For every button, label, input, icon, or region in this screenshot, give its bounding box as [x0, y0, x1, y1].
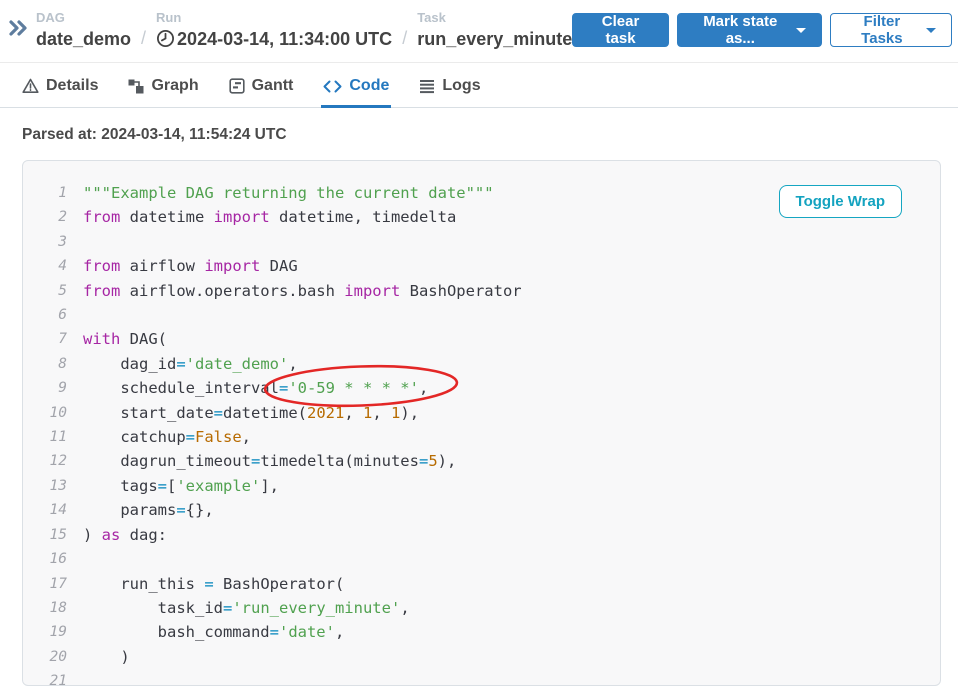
- run-timestamp: 2024-03-14, 11:34:00 UTC: [177, 28, 392, 50]
- run-label: Run: [156, 11, 392, 25]
- tab-label: Code: [349, 77, 389, 95]
- code-line: 18 task_id='run_every_minute',: [39, 596, 940, 620]
- code-line: 4from airflow import DAG: [39, 254, 940, 278]
- line-number: 15: [39, 523, 67, 547]
- code-line: 5from airflow.operators.bash import Bash…: [39, 279, 940, 303]
- code-line: 7with DAG(: [39, 327, 940, 351]
- tab-label: Logs: [442, 77, 480, 95]
- line-number: 18: [39, 596, 67, 620]
- caret-down-icon: [796, 28, 806, 33]
- code-line: 10 start_date=datetime(2021, 1, 1),: [39, 401, 940, 425]
- tab-details[interactable]: Details: [22, 77, 98, 107]
- caret-down-icon: [926, 28, 936, 33]
- filter-tasks-button[interactable]: Filter Tasks: [830, 13, 952, 47]
- code-line: 16: [39, 547, 940, 571]
- code-line: 9 schedule_interval='0-59 * * * *',: [39, 376, 940, 400]
- dag-value[interactable]: date_demo: [36, 28, 131, 50]
- breadcrumb-dag[interactable]: DAG date_demo: [36, 11, 131, 50]
- line-number: 19: [39, 620, 67, 644]
- line-number: 20: [39, 645, 67, 669]
- code-line: 3: [39, 230, 940, 254]
- gantt-icon: [229, 78, 245, 94]
- filter-tasks-label: Filter Tasks: [846, 13, 918, 47]
- run-value[interactable]: 2024-03-14, 11:34:00 UTC: [156, 28, 392, 50]
- parsed-at-text: Parsed at: 2024-03-14, 11:54:24 UTC: [0, 108, 958, 144]
- line-number: 14: [39, 498, 67, 522]
- code-line: 14 params={},: [39, 498, 940, 522]
- code-icon: [323, 79, 342, 94]
- line-number: 2: [39, 205, 67, 229]
- breadcrumb-run[interactable]: Run 2024-03-14, 11:34:00 UTC: [156, 11, 392, 50]
- code-line: 21: [39, 669, 940, 686]
- dag-code-panel: Toggle Wrap 1"""Example DAG returning th…: [22, 160, 941, 686]
- line-number: 8: [39, 352, 67, 376]
- tab-logs[interactable]: Logs: [419, 77, 480, 107]
- tab-label: Graph: [151, 77, 198, 95]
- breadcrumb: DAG date_demo / Run 2024-03-14, 11:34:00…: [8, 11, 572, 50]
- clear-task-label: Clear task: [588, 13, 653, 47]
- breadcrumb-separator: /: [400, 28, 409, 50]
- dag-label: DAG: [36, 11, 131, 25]
- line-number: 17: [39, 572, 67, 596]
- code-line: 17 run_this = BashOperator(: [39, 572, 940, 596]
- line-number: 3: [39, 230, 67, 254]
- breadcrumb-task[interactable]: Task run_every_minute: [417, 11, 572, 50]
- code-line: 13 tags=['example'],: [39, 474, 940, 498]
- code-line: 19 bash_command='date',: [39, 620, 940, 644]
- line-number: 21: [39, 669, 67, 686]
- mark-state-as-button[interactable]: Mark state as...: [677, 13, 822, 47]
- line-number: 4: [39, 254, 67, 278]
- code-lines: 1"""Example DAG returning the current da…: [39, 181, 940, 686]
- tab-gantt[interactable]: Gantt: [229, 77, 294, 107]
- clear-task-button[interactable]: Clear task: [572, 13, 669, 47]
- tab-graph[interactable]: Graph: [128, 77, 198, 107]
- warning-triangle-icon: [22, 78, 39, 94]
- line-number: 7: [39, 327, 67, 351]
- header: DAG date_demo / Run 2024-03-14, 11:34:00…: [0, 0, 958, 63]
- header-actions: Clear task Mark state as... Filter Tasks: [572, 13, 952, 47]
- line-number: 1: [39, 181, 67, 205]
- task-value[interactable]: run_every_minute: [417, 28, 572, 50]
- logs-icon: [419, 79, 435, 94]
- line-number: 12: [39, 449, 67, 473]
- line-number: 16: [39, 547, 67, 571]
- double-chevron-right-icon[interactable]: [8, 19, 28, 42]
- code-line: 6: [39, 303, 940, 327]
- code-line: 11 catchup=False,: [39, 425, 940, 449]
- task-label: Task: [417, 11, 572, 25]
- tab-label: Details: [46, 77, 98, 95]
- breadcrumb-separator: /: [139, 28, 148, 50]
- code-line: 8 dag_id='date_demo',: [39, 352, 940, 376]
- tab-code[interactable]: Code: [323, 77, 389, 107]
- toggle-wrap-button[interactable]: Toggle Wrap: [779, 185, 902, 218]
- code-line: 12 dagrun_timeout=timedelta(minutes=5),: [39, 449, 940, 473]
- line-number: 11: [39, 425, 67, 449]
- line-number: 6: [39, 303, 67, 327]
- code-line: 15) as dag:: [39, 523, 940, 547]
- line-number: 9: [39, 376, 67, 400]
- line-number: 10: [39, 401, 67, 425]
- line-number: 5: [39, 279, 67, 303]
- clock-icon: [156, 29, 175, 48]
- mark-state-label: Mark state as...: [693, 13, 788, 47]
- line-number: 13: [39, 474, 67, 498]
- graph-icon: [128, 78, 144, 94]
- tab-bar: Details Graph Gantt Code: [0, 63, 958, 108]
- tab-label: Gantt: [252, 77, 294, 95]
- code-line: 20 ): [39, 645, 940, 669]
